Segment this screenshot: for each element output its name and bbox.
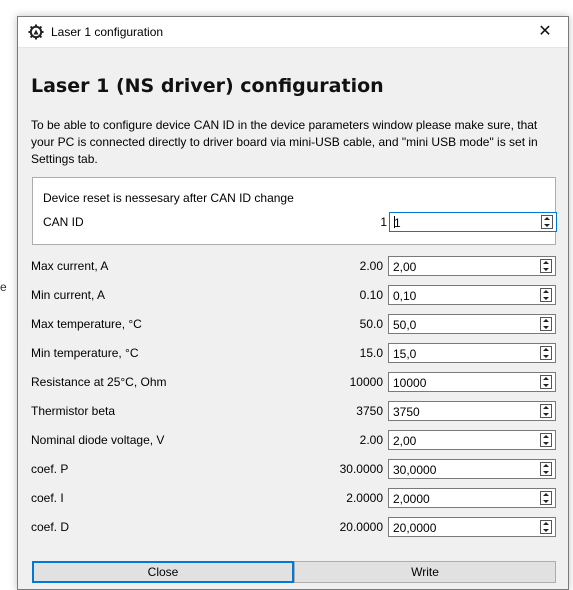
text-caret <box>394 216 395 228</box>
spin-stepper[interactable] <box>540 404 552 418</box>
can-id-spinbox[interactable]: 1 <box>389 212 557 232</box>
param-current-value: 3750 <box>356 404 383 418</box>
param-input-value: 2,0000 <box>393 492 430 506</box>
coef-d-spinbox[interactable]: 20,0000 <box>388 517 556 537</box>
param-current-value: 2.00 <box>359 259 383 273</box>
coef-p-spinbox[interactable]: 30,0000 <box>388 459 556 479</box>
param-label: Resistance at 25°C, Ohm <box>31 375 167 389</box>
can-id-input-value: 1 <box>394 216 401 230</box>
spin-stepper[interactable] <box>540 317 552 331</box>
param-current-value: 10000 <box>349 375 383 389</box>
param-current-value: 2.00 <box>359 433 383 447</box>
param-input-value: 30,0000 <box>393 463 437 477</box>
spin-stepper[interactable] <box>540 259 552 273</box>
spin-down-icon[interactable] <box>541 411 551 417</box>
title-bar[interactable]: Laser 1 configuration ✕ <box>18 17 568 48</box>
spin-stepper[interactable] <box>540 462 552 476</box>
spin-down-icon[interactable] <box>541 382 551 388</box>
spin-stepper[interactable] <box>540 520 552 534</box>
spin-down-icon[interactable] <box>541 498 551 504</box>
coef-i-spinbox[interactable]: 2,0000 <box>388 488 556 508</box>
max-temperature-spinbox[interactable]: 50,0 <box>388 314 556 334</box>
spin-down-icon[interactable] <box>541 324 551 330</box>
param-input-value: 0,10 <box>393 289 417 303</box>
param-label: Max temperature, °C <box>31 317 142 331</box>
param-input-value: 3750 <box>393 405 420 419</box>
write-button[interactable]: Write <box>294 561 556 583</box>
usb-notice-text: To be able to configure device CAN ID in… <box>31 118 538 166</box>
spin-down-icon[interactable] <box>541 469 551 475</box>
param-label: Min temperature, °C <box>31 346 139 360</box>
spin-down-icon[interactable] <box>541 440 551 446</box>
close-window-button[interactable]: ✕ <box>522 17 568 47</box>
spin-stepper[interactable] <box>540 346 552 360</box>
diode-voltage-spinbox[interactable]: 2,00 <box>388 430 556 450</box>
resistance-spinbox[interactable]: 10000 <box>388 372 556 392</box>
spin-stepper[interactable] <box>540 288 552 302</box>
can-id-current-value: 1 <box>380 215 387 229</box>
spin-stepper[interactable] <box>540 433 552 447</box>
param-current-value: 0.10 <box>359 288 383 302</box>
param-label: coef. D <box>31 520 70 534</box>
spin-down-icon[interactable] <box>542 222 552 228</box>
page-title: Laser 1 (NS driver) configuration <box>31 75 384 97</box>
param-input-value: 20,0000 <box>393 521 437 535</box>
param-label: coef. P <box>31 462 69 476</box>
spin-down-icon[interactable] <box>541 295 551 301</box>
can-id-label: CAN ID <box>43 215 84 229</box>
param-input-value: 50,0 <box>393 318 417 332</box>
param-input-value: 15,0 <box>393 347 417 361</box>
spin-down-icon[interactable] <box>541 266 551 272</box>
param-label: coef. I <box>31 491 64 505</box>
param-label: Nominal diode voltage, V <box>31 433 165 447</box>
close-button[interactable]: Close <box>32 561 294 583</box>
spin-down-icon[interactable] <box>541 527 551 533</box>
param-input-value: 2,00 <box>393 260 417 274</box>
param-current-value: 50.0 <box>359 317 383 331</box>
spin-down-icon[interactable] <box>541 353 551 359</box>
spin-stepper[interactable] <box>540 491 552 505</box>
param-label: Max current, A <box>31 259 109 273</box>
param-input-value: 2,00 <box>393 434 417 448</box>
window-title: Laser 1 configuration <box>51 25 164 39</box>
param-current-value: 2.0000 <box>346 491 383 505</box>
min-current-spinbox[interactable]: 0,10 <box>388 285 556 305</box>
can-id-group: Device reset is nessesary after CAN ID c… <box>32 177 557 245</box>
param-current-value: 30.0000 <box>339 462 383 476</box>
param-label: Min current, A <box>31 288 106 302</box>
background-text: e <box>0 280 7 294</box>
spin-stepper[interactable] <box>540 375 552 389</box>
min-temperature-spinbox[interactable]: 15,0 <box>388 343 556 363</box>
close-icon: ✕ <box>538 23 552 40</box>
laser-config-dialog: Laser 1 configuration ✕ Laser 1 (NS driv… <box>17 16 569 590</box>
param-label: Thermistor beta <box>31 404 116 418</box>
thermistor-beta-spinbox[interactable]: 3750 <box>388 401 556 421</box>
param-current-value: 15.0 <box>359 346 383 360</box>
param-current-value: 20.0000 <box>339 520 383 534</box>
gear-laser-icon <box>28 24 44 40</box>
max-current-spinbox[interactable]: 2,00 <box>388 256 556 276</box>
can-reset-warning: Device reset is nessesary after CAN ID c… <box>43 191 294 205</box>
can-id-stepper[interactable] <box>541 215 553 229</box>
param-input-value: 10000 <box>393 376 427 390</box>
